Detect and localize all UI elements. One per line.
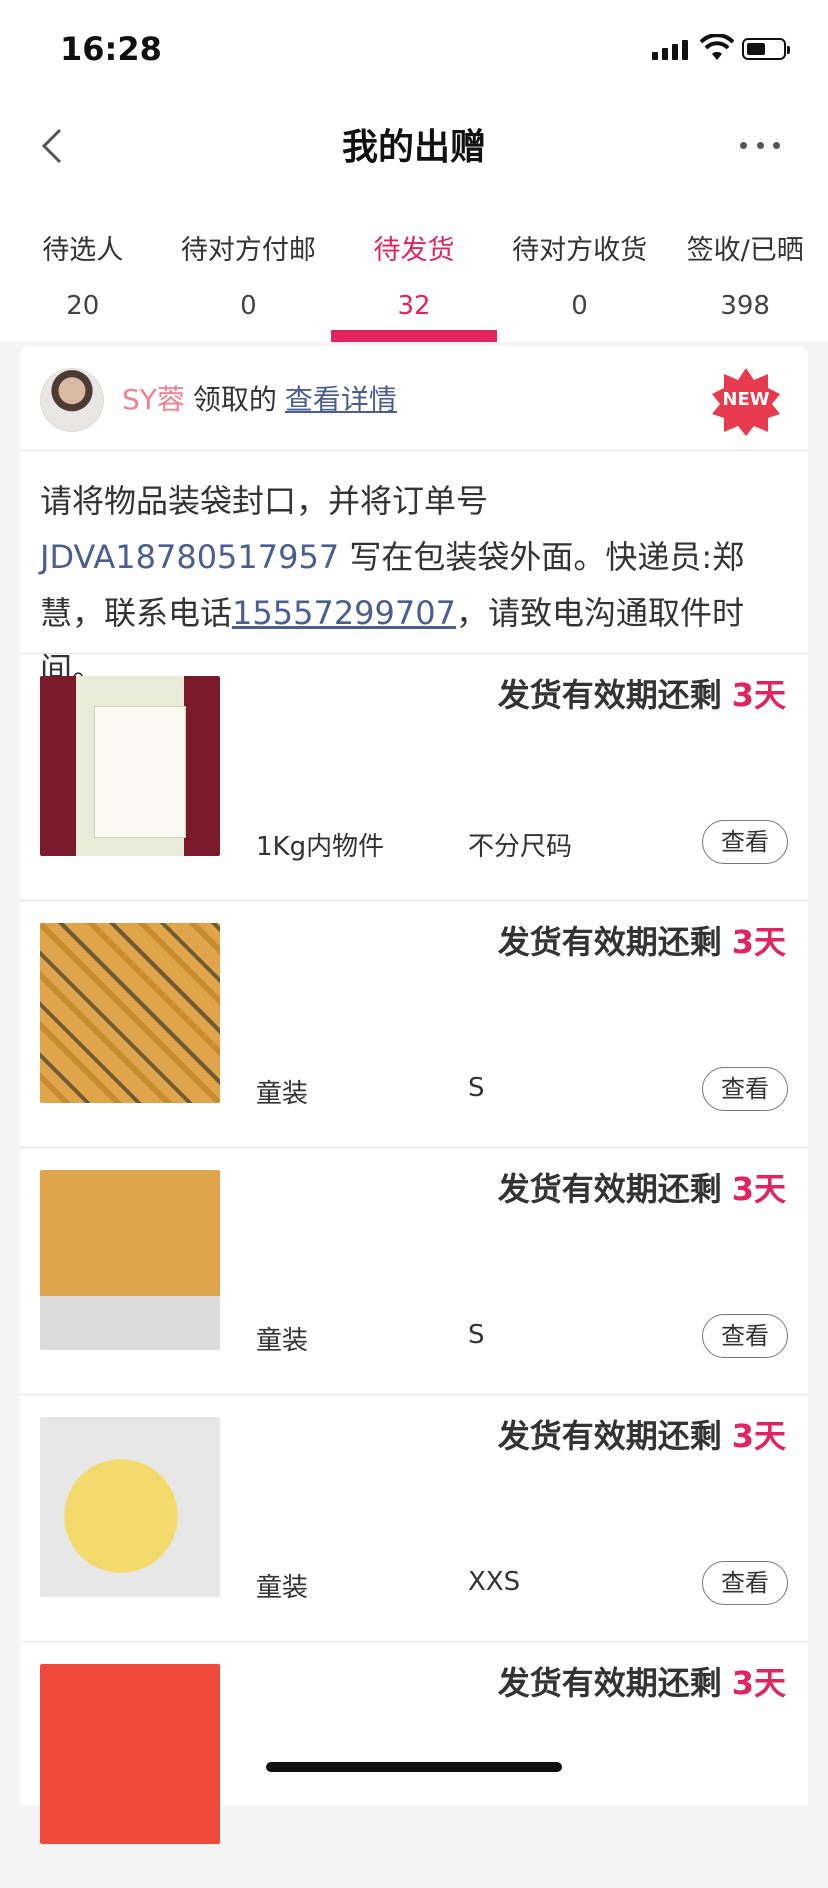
tab-pending-shipment[interactable]: 待发货 32 <box>331 210 497 342</box>
item-photo[interactable] <box>40 676 220 856</box>
status-tabs: 待选人 20 待对方付邮 0 待发货 32 待对方收货 0 签收/已晒 398 <box>0 210 828 342</box>
view-button[interactable]: 查看 <box>702 820 788 864</box>
list-item: 发货有效期还剩 3天 童装 S 查看 <box>20 1148 808 1395</box>
avatar[interactable] <box>40 368 104 432</box>
deadline-days: 3天 <box>731 1417 786 1455</box>
tab-label: 待选人 <box>42 235 124 266</box>
wifi-icon <box>700 34 734 60</box>
ship-deadline: 发货有效期还剩 3天 <box>498 1658 786 1704</box>
tab-count: 398 <box>720 291 770 321</box>
home-indicator[interactable] <box>266 1762 562 1772</box>
courier-phone-link[interactable]: 15557299707 <box>232 594 456 632</box>
ship-deadline: 发货有效期还剩 3天 <box>498 917 786 963</box>
item-photo[interactable] <box>40 923 220 1103</box>
item-category: 1Kg内物件 <box>256 832 385 862</box>
item-photo[interactable] <box>40 1664 220 1844</box>
order-number: JDVA18780517957 <box>40 538 340 576</box>
tab-label: 签收/已晒 <box>686 235 804 266</box>
ship-deadline: 发货有效期还剩 3天 <box>498 1164 786 1210</box>
card-header: SY蓉 领取的 查看详情 NEW <box>20 346 808 451</box>
item-category: 童装 <box>256 1079 309 1109</box>
nav-bar: 我的出赠 <box>0 100 828 210</box>
page-title: 我的出赠 <box>341 127 486 168</box>
username[interactable]: SY蓉 <box>122 383 185 416</box>
item-size: 不分尺码 <box>468 832 573 862</box>
tab-count: 20 <box>66 291 100 321</box>
tab-pending-postage[interactable]: 待对方付邮 0 <box>166 210 332 342</box>
deadline-label: 发货有效期还剩 <box>497 1170 722 1208</box>
shipping-instructions: 请将物品装袋封口，并将订单号 JDVA18780517957 写在包装袋外面。快… <box>20 451 808 688</box>
deadline-label: 发货有效期还剩 <box>497 676 722 714</box>
ship-deadline: 发货有效期还剩 3天 <box>498 670 786 716</box>
tab-label: 待发货 <box>373 235 455 266</box>
status-bar: 16:28 <box>0 0 828 100</box>
tab-label: 待对方付邮 <box>180 235 316 266</box>
claimed-text: 领取的 <box>192 383 277 416</box>
view-details-link[interactable]: 查看详情 <box>285 383 397 416</box>
status-time: 16:28 <box>60 30 162 68</box>
view-button[interactable]: 查看 <box>702 1561 788 1605</box>
claim-line: SY蓉 领取的 查看详情 <box>122 378 397 418</box>
new-badge-label: NEW <box>722 389 770 410</box>
notice-text: 请将物品装袋封口，并将订单号 <box>40 482 489 520</box>
view-button[interactable]: 查看 <box>702 1067 788 1111</box>
tab-count: 0 <box>240 291 257 321</box>
deadline-days: 3天 <box>731 1170 786 1208</box>
item-size: XXS <box>468 1567 521 1597</box>
item-category: 童装 <box>256 1326 309 1356</box>
view-button[interactable]: 查看 <box>702 1314 788 1358</box>
tab-pending-receipt[interactable]: 待对方收货 0 <box>497 210 663 342</box>
tab-signed-shared[interactable]: 签收/已晒 398 <box>662 210 828 342</box>
battery-icon <box>742 38 790 60</box>
signal-icon <box>652 38 688 60</box>
tab-label: 待对方收货 <box>512 235 648 266</box>
item-category: 童装 <box>256 1573 309 1603</box>
tab-count: 0 <box>571 291 588 321</box>
item-photo[interactable] <box>40 1417 220 1597</box>
deadline-days: 3天 <box>731 1664 786 1702</box>
tab-pending-selection[interactable]: 待选人 20 <box>0 210 166 342</box>
list-item: 发货有效期还剩 3天 童装 XXS 查看 <box>20 1395 808 1642</box>
tab-count: 32 <box>397 291 431 321</box>
deadline-label: 发货有效期还剩 <box>497 1664 722 1702</box>
deadline-label: 发货有效期还剩 <box>497 1417 722 1455</box>
item-size: S <box>468 1320 485 1350</box>
item-photo[interactable] <box>40 1170 220 1350</box>
deadline-days: 3天 <box>731 923 786 961</box>
more-options-icon[interactable] <box>740 130 780 160</box>
order-card: SY蓉 领取的 查看详情 NEW 请将物品装袋封口，并将订单号 JDVA187805… <box>20 346 808 1844</box>
deadline-label: 发货有效期还剩 <box>497 923 722 961</box>
deadline-days: 3天 <box>731 676 786 714</box>
item-size: S <box>468 1073 485 1103</box>
list-item: 发货有效期还剩 3天 1Kg内物件 不分尺码 查看 <box>20 654 808 901</box>
ship-deadline: 发货有效期还剩 3天 <box>498 1411 786 1457</box>
list-item: 发货有效期还剩 3天 童装 S 查看 <box>20 901 808 1148</box>
